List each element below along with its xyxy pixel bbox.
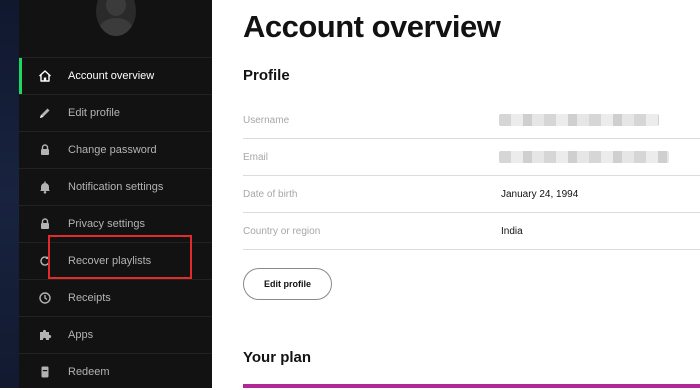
profile-row-email: Email — [243, 139, 700, 176]
pencil-icon — [38, 106, 52, 120]
device-icon — [38, 365, 52, 379]
field-label: Date of birth — [243, 189, 298, 200]
profile-heading: Profile — [243, 67, 290, 84]
sidebar-item-label: Account overview — [68, 70, 155, 82]
profile-row-country: Country or region India — [243, 213, 700, 250]
sidebar-nav: Account overview Edit profile Change pas… — [19, 57, 212, 390]
page-title: Account overview — [243, 9, 501, 44]
sidebar-item-label: Privacy settings — [68, 218, 146, 230]
field-label: Username — [243, 115, 290, 126]
sidebar-item-label: Notification settings — [68, 181, 164, 193]
desktop-edge — [0, 0, 19, 388]
sidebar-item-account-overview[interactable]: Account overview — [19, 57, 212, 94]
redacted-value — [499, 151, 669, 163]
sidebar: Account overview Edit profile Change pas… — [19, 0, 212, 388]
sidebar-item-notification-settings[interactable]: Notification settings — [19, 168, 212, 205]
refresh-icon — [38, 254, 52, 268]
bell-icon — [38, 180, 52, 194]
sidebar-item-change-password[interactable]: Change password — [19, 131, 212, 168]
sidebar-item-edit-profile[interactable]: Edit profile — [19, 94, 212, 131]
sidebar-item-label: Receipts — [68, 292, 111, 304]
clock-icon — [38, 291, 52, 305]
edit-profile-button[interactable]: Edit profile — [243, 268, 332, 300]
sidebar-item-label: Redeem — [68, 366, 110, 378]
home-icon — [38, 69, 52, 83]
field-label: Email — [243, 152, 269, 163]
puzzle-icon — [38, 328, 52, 342]
field-label: Country or region — [243, 226, 321, 237]
lock-icon — [38, 143, 52, 157]
sidebar-item-label: Apps — [68, 329, 94, 341]
profile-row-username: Username — [243, 102, 700, 139]
field-value: India — [501, 226, 523, 237]
sidebar-item-label: Change password — [68, 144, 157, 156]
main-content: Account overview Profile Username Email … — [212, 0, 700, 388]
sidebar-item-redeem[interactable]: Redeem — [19, 353, 212, 390]
sidebar-item-label: Recover playlists — [68, 255, 152, 267]
sidebar-item-recover-playlists[interactable]: Recover playlists — [19, 242, 212, 279]
sidebar-item-label: Edit profile — [68, 107, 120, 119]
profile-row-date-of-birth: Date of birth January 24, 1994 — [243, 176, 700, 213]
sidebar-item-apps[interactable]: Apps — [19, 316, 212, 353]
redacted-value — [499, 114, 659, 126]
sidebar-item-receipts[interactable]: Receipts — [19, 279, 212, 316]
lock-icon — [38, 217, 52, 231]
plan-card-accent — [243, 384, 700, 388]
sidebar-item-privacy-settings[interactable]: Privacy settings — [19, 205, 212, 242]
avatar[interactable] — [96, 0, 136, 36]
field-value: January 24, 1994 — [501, 189, 579, 200]
your-plan-heading: Your plan — [243, 349, 312, 366]
